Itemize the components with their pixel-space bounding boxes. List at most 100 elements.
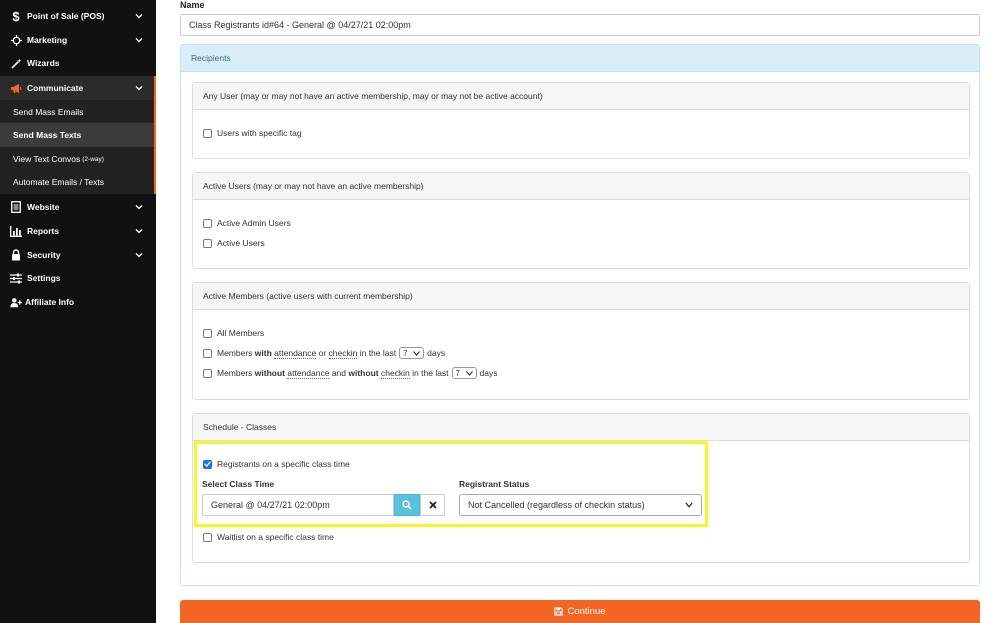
megaphone-icon [10,82,22,94]
option-label: Registrants on a specific class time [217,459,350,469]
text-bold: without [254,368,286,378]
sidebar-item-communicate[interactable]: Communicate [0,76,156,100]
name-label: Name [180,0,205,10]
sidebar-item-label: Point of Sale (POS) [27,11,105,21]
option-members-without-attendance[interactable]: Members without attendance and without c… [203,367,498,379]
text: and [329,368,349,378]
checkbox[interactable] [203,218,212,228]
option-members-with-attendance[interactable]: Members with attendance or checkin in th… [203,347,445,359]
registrant-status-value: Not Cancelled (regardless of checkin sta… [468,500,645,510]
sidebar-item-label: Security [27,250,61,260]
text-bold: with [254,348,272,358]
panel-title: Schedule - Classes [193,414,969,441]
sidebar-item-reports[interactable]: Reports [0,220,156,242]
main-content: Name Recipients Any User (may or may not… [156,0,1000,623]
text: or [316,348,329,358]
active-members-panel: Active Members (active users with curren… [192,282,970,400]
option-active-users[interactable]: Active Users [203,238,265,248]
days-select[interactable]: 7 [399,347,425,359]
sidebar-item-label: Communicate [27,83,84,93]
checkbox[interactable] [203,532,212,542]
attendance-term: attendance [287,367,330,379]
registrant-status-select[interactable]: Not Cancelled (regardless of checkin sta… [459,494,702,516]
days-select[interactable]: 7 [451,367,477,379]
sidebar-item-settings[interactable]: Settings [0,267,156,289]
sidebar-item-label: Website [27,202,60,212]
chevron-down-icon [135,14,143,19]
checkmark-icon [204,461,211,467]
option-label: Waitlist on a specific class time [217,532,334,542]
sidebar-subitem-send-mass-texts[interactable]: Send Mass Texts [0,123,154,147]
subitem-note: (2-way) [82,155,104,163]
checkbox[interactable] [203,238,212,248]
sidebar-subitem-send-mass-emails[interactable]: Send Mass Emails [0,100,154,124]
class-time-input[interactable]: General @ 04/27/21 02:00pm [202,494,394,516]
subitem-label: Automate Emails / Texts [13,177,105,187]
sidebar-item-label: Settings [27,273,61,283]
chevron-down-icon [413,350,421,356]
chevron-down-icon [465,370,473,376]
subitem-label: Send Mass Texts [13,130,82,140]
search-class-button[interactable] [394,494,420,516]
any-user-panel: Any User (may or may not have an active … [192,82,970,159]
sidebar-item-label: Reports [27,226,60,236]
panel-title: Active Members (active users with curren… [193,283,969,310]
sidebar-item-website[interactable]: Website [0,196,156,218]
sidebar-subitem-view-text-convos[interactable]: View Text Convos (2-way) [0,147,154,171]
checkbox[interactable] [203,128,212,138]
sidebar-subitem-automate[interactable]: Automate Emails / Texts [0,170,154,194]
sidebar-item-label: Wizards [27,58,60,68]
sidebar-item-label: Marketing [27,35,68,45]
sliders-icon [10,272,22,284]
option-label: Users with specific tag [217,128,302,138]
sidebar-item-pos[interactable]: $ Point of Sale (POS) [0,5,156,27]
days-label: days [427,348,446,358]
bar-chart-icon [10,225,22,237]
continue-button[interactable]: Continue [180,600,980,623]
active-users-panel: Active Users (may or may not have an act… [192,172,970,269]
checkbox[interactable] [203,348,212,358]
attendance-term: attendance [274,347,317,359]
chevron-down-icon [135,229,143,234]
user-plus-icon [10,296,22,308]
sidebar-item-affiliate-info[interactable]: Affiliate Info [0,291,156,313]
panel-title: Any User (may or may not have an active … [193,83,969,110]
clear-class-button[interactable] [420,494,445,516]
chevron-down-icon [685,502,693,508]
text: in the last [357,348,397,358]
sidebar: $ Point of Sale (POS) Marketing Wizards … [0,0,156,623]
registrant-status-label: Registrant Status [459,479,530,489]
option-waitlist-class-time[interactable]: Waitlist on a specific class time [203,532,334,542]
lock-icon [10,249,22,261]
save-icon [554,607,564,616]
continue-label: Continue [567,606,606,617]
option-all-members[interactable]: All Members [203,328,264,338]
crosshair-icon [10,34,22,46]
chevron-down-icon [135,86,143,91]
text: Members [217,368,255,378]
option-label: Active Admin Users [217,218,291,228]
sidebar-item-wizards[interactable]: Wizards [0,52,156,74]
dollar-icon: $ [12,8,20,24]
days-label: days [479,368,498,378]
subitem-label: View Text Convos [13,154,81,164]
name-input[interactable] [180,14,980,36]
checkin-term: checkin [380,367,410,379]
text-bold: without [348,368,379,378]
option-active-admin-users[interactable]: Active Admin Users [203,218,291,228]
sidebar-item-security[interactable]: Security [0,244,156,266]
option-registrants-class-time[interactable]: Registrants on a specific class time [203,459,350,469]
document-icon [10,201,22,213]
days-value: 7 [403,348,408,358]
wand-icon [10,57,22,69]
checkbox[interactable] [203,328,212,338]
search-icon [402,500,412,510]
panel-title: Active Users (may or may not have an act… [193,173,969,200]
checkbox-checked[interactable] [203,459,212,469]
class-time-value: General @ 04/27/21 02:00pm [211,500,330,510]
option-users-with-tag[interactable]: Users with specific tag [203,128,302,138]
text: in the last [409,368,449,378]
sidebar-item-marketing[interactable]: Marketing [0,29,156,51]
days-value: 7 [455,368,460,378]
checkbox[interactable] [203,368,212,378]
